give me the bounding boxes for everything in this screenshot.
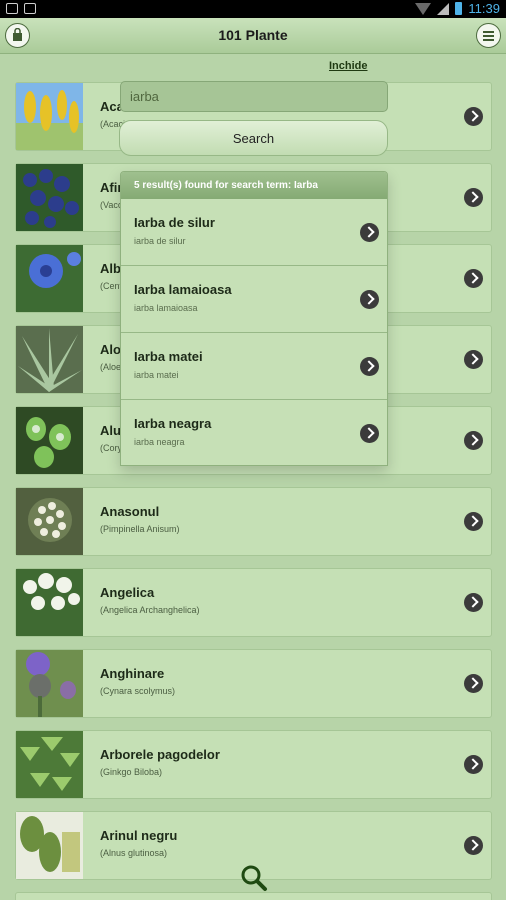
result-item[interactable]: Iarba matei iarba matei — [121, 333, 387, 400]
result-subtitle: iarba matei — [134, 370, 179, 380]
results-header: 5 result(s) found for search term: Iarba — [121, 172, 387, 199]
chevron-right-icon[interactable] — [360, 223, 379, 242]
close-search-link[interactable]: Inchide — [329, 60, 368, 72]
plant-name: Anghinare — [100, 666, 165, 681]
chevron-right-icon[interactable] — [464, 269, 483, 288]
search-input[interactable] — [120, 81, 388, 112]
plant-name: Arborele pagodelor — [100, 747, 220, 762]
chevron-right-icon[interactable] — [464, 755, 483, 774]
result-subtitle: iarba lamaioasa — [134, 303, 198, 313]
signal-icon — [437, 2, 450, 15]
chevron-right-icon[interactable] — [464, 350, 483, 369]
chevron-right-icon[interactable] — [464, 107, 483, 126]
result-subtitle: iarba de silur — [134, 236, 186, 246]
status-bar: 11:39 — [0, 0, 506, 18]
result-item[interactable]: Iarba lamaioasa iarba lamaioasa — [121, 266, 387, 333]
result-name: Iarba de silur — [134, 215, 215, 230]
result-name: Iarba lamaioasa — [134, 282, 232, 297]
chevron-right-icon[interactable] — [360, 424, 379, 443]
plant-name: Arinul negru — [100, 828, 178, 843]
download-notification-icon — [24, 3, 36, 14]
chevron-right-icon[interactable] — [464, 431, 483, 450]
wifi-icon — [415, 2, 432, 15]
plant-latin-name: (Pimpinella Anisum) — [100, 524, 180, 534]
status-time: 11:39 — [468, 1, 500, 16]
image-notification-icon — [6, 3, 18, 14]
plant-thumbnail — [16, 164, 83, 231]
plant-thumbnail — [16, 83, 83, 150]
chevron-right-icon[interactable] — [464, 674, 483, 693]
plant-name: Angelica — [100, 585, 155, 600]
plant-latin-name: (Cynara scolymus) — [100, 686, 176, 696]
page-title: 101 Plante — [218, 27, 288, 43]
list-item[interactable]: Angelica (Angelica Archanghelica) — [15, 568, 492, 637]
plant-thumbnail — [16, 812, 83, 879]
search-icon[interactable] — [240, 864, 268, 892]
chevron-right-icon[interactable] — [360, 357, 379, 376]
app-header: 101 Plante — [0, 18, 506, 54]
plant-thumbnail — [16, 569, 83, 636]
list-item[interactable] — [15, 892, 492, 900]
plant-latin-name: (Alnus glutinosa) — [100, 848, 168, 858]
result-item[interactable]: Iarba neagra iarba neagra — [121, 400, 387, 465]
battery-icon — [455, 2, 463, 15]
plant-thumbnail — [16, 731, 83, 798]
list-item[interactable]: Arborele pagodelor (Ginkgo Biloba) — [15, 730, 492, 799]
plant-name: Anasonul — [100, 504, 160, 519]
plant-thumbnail — [16, 326, 83, 393]
plant-thumbnail — [16, 650, 83, 717]
search-results-panel: 5 result(s) found for search term: Iarba… — [120, 171, 388, 466]
chevron-right-icon[interactable] — [464, 188, 483, 207]
list-item[interactable]: Anghinare (Cynara scolymus) — [15, 649, 492, 718]
chevron-right-icon[interactable] — [464, 593, 483, 612]
menu-button[interactable] — [476, 23, 501, 48]
plant-thumbnail — [16, 488, 83, 555]
chevron-right-icon[interactable] — [464, 512, 483, 531]
menu-icon — [483, 31, 494, 41]
result-item[interactable]: Iarba de silur iarba de silur — [121, 199, 387, 266]
plant-thumbnail — [16, 245, 83, 312]
result-name: Iarba matei — [134, 349, 203, 364]
search-button[interactable]: Search — [119, 120, 388, 156]
result-name: Iarba neagra — [134, 416, 212, 431]
chevron-right-icon[interactable] — [360, 290, 379, 309]
plant-latin-name: (Ginkgo Biloba) — [100, 767, 163, 777]
result-subtitle: iarba neagra — [134, 437, 185, 447]
chevron-right-icon[interactable] — [464, 836, 483, 855]
plant-thumbnail — [16, 407, 83, 474]
plant-latin-name: (Angelica Archanghelica) — [100, 605, 200, 615]
list-item[interactable]: Anasonul (Pimpinella Anisum) — [15, 487, 492, 556]
